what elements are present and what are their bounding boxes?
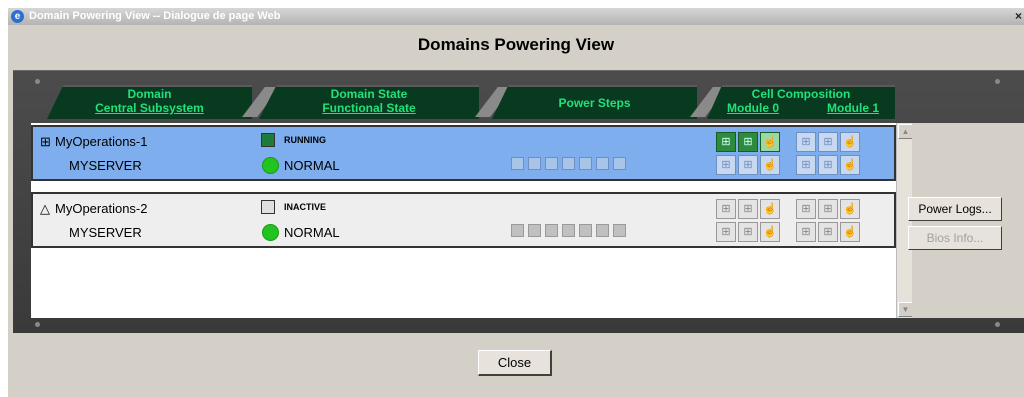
power-steps bbox=[511, 224, 630, 242]
column-domain-label: Domain bbox=[127, 87, 172, 101]
scroll-down-icon[interactable]: ▼ bbox=[898, 302, 913, 317]
cell-icon: ⊞ bbox=[738, 155, 758, 175]
cell-icon: ⊞ bbox=[818, 222, 838, 242]
hand-icon: ☝ bbox=[760, 199, 780, 219]
inactive-state-icon bbox=[261, 200, 275, 214]
domain-state: RUNNING bbox=[284, 135, 326, 145]
column-domain[interactable]: Domain Central Subsystem bbox=[47, 85, 252, 119]
power-step-icon bbox=[579, 157, 592, 170]
running-state-icon bbox=[261, 133, 275, 147]
cell-icon: ⊞ bbox=[738, 199, 758, 219]
cell-icon: ⊞ bbox=[738, 222, 758, 242]
power-step-icon bbox=[596, 157, 609, 170]
hand-icon: ☝ bbox=[840, 222, 860, 242]
cell-icon: ⊞ bbox=[716, 222, 736, 242]
module-0-label: Module 0 bbox=[727, 101, 780, 115]
dialog: Domains Powering View Domain Central Sub… bbox=[8, 25, 1024, 397]
window-titlebar: e Domain Powering View -- Dialogue de pa… bbox=[8, 8, 1024, 25]
column-domain-state[interactable]: Domain State Functional State bbox=[259, 85, 479, 119]
cell-icon: ⊞ bbox=[716, 132, 736, 152]
cell-icon: ⊞ bbox=[818, 132, 838, 152]
column-cell-label: Cell Composition bbox=[751, 87, 851, 101]
power-logs-button[interactable]: Power Logs... bbox=[908, 197, 1002, 221]
bios-info-button[interactable]: Bios Info... bbox=[908, 226, 1002, 250]
close-button[interactable]: Close bbox=[478, 350, 552, 376]
power-step-icon bbox=[545, 157, 558, 170]
column-power-label: Power Steps bbox=[558, 96, 631, 110]
domain-row-myoperations-2[interactable]: △ MyOperations-2 MYSERVER INACTIVE NORMA… bbox=[31, 192, 896, 248]
cell-icon: ⊞ bbox=[796, 222, 816, 242]
power-step-icon bbox=[562, 224, 575, 237]
power-steps bbox=[511, 157, 630, 175]
power-step-icon bbox=[613, 157, 626, 170]
power-step-icon bbox=[511, 157, 524, 170]
hand-icon: ☝ bbox=[840, 132, 860, 152]
power-step-icon bbox=[562, 157, 575, 170]
power-step-icon bbox=[511, 224, 524, 237]
domain-row-myoperations-1[interactable]: ⊞ MyOperations-1 MYSERVER RUNNING NORMAL… bbox=[31, 125, 896, 181]
cell-composition: ⊞ ⊞ ☝ ⊞ ⊞ ☝ ⊞ ⊞ ☝ ⊞ ⊞ ☝ bbox=[708, 129, 878, 177]
scroll-up-icon[interactable]: ▲ bbox=[898, 124, 913, 139]
cell-icon: ⊞ bbox=[796, 132, 816, 152]
ie-icon: e bbox=[11, 10, 24, 23]
bolt-icon bbox=[35, 79, 40, 84]
hand-icon: ☝ bbox=[760, 155, 780, 175]
status-green-icon bbox=[262, 224, 279, 241]
cell-icon: ⊞ bbox=[716, 199, 736, 219]
power-step-icon bbox=[528, 224, 541, 237]
power-step-icon bbox=[545, 224, 558, 237]
column-header-bar: Domain Central Subsystem Domain State Fu… bbox=[27, 85, 917, 119]
power-step-icon bbox=[528, 157, 541, 170]
domain-state: INACTIVE bbox=[284, 202, 327, 212]
domain-host: MYSERVER bbox=[69, 225, 142, 240]
hand-icon: ☝ bbox=[840, 155, 860, 175]
cell-icon: ⊞ bbox=[796, 155, 816, 175]
column-power-steps[interactable]: Power Steps bbox=[492, 85, 697, 119]
cell-icon: ⊞ bbox=[818, 199, 838, 219]
column-domain-sublabel: Central Subsystem bbox=[95, 101, 204, 115]
hand-icon: ☝ bbox=[840, 199, 860, 219]
domain-list[interactable]: ⊞ MyOperations-1 MYSERVER RUNNING NORMAL… bbox=[31, 123, 896, 318]
cell-icon: ⊞ bbox=[818, 155, 838, 175]
page-title: Domains Powering View bbox=[417, 35, 615, 54]
cell-icon: ⊞ bbox=[796, 199, 816, 219]
domains-frame: Domain Central Subsystem Domain State Fu… bbox=[13, 70, 1024, 333]
bolt-icon bbox=[35, 322, 40, 327]
column-state-label: Domain State bbox=[330, 87, 408, 101]
column-state-sublabel: Functional State bbox=[322, 101, 416, 115]
cell-icon: ⊞ bbox=[738, 132, 758, 152]
power-step-icon bbox=[613, 224, 626, 237]
cell-composition: ⊞ ⊞ ☝ ⊞ ⊞ ☝ ⊞ ⊞ ☝ ⊞ ⊞ ☝ bbox=[708, 196, 878, 244]
hand-icon: ☝ bbox=[760, 132, 780, 152]
module-1-label: Module 1 bbox=[827, 101, 880, 115]
functional-state: NORMAL bbox=[284, 158, 340, 173]
domain-name: MyOperations-2 bbox=[55, 201, 148, 216]
power-step-icon bbox=[579, 224, 592, 237]
close-window-icon[interactable]: × bbox=[1015, 8, 1022, 25]
domain-name: MyOperations-1 bbox=[55, 134, 148, 149]
status-green-icon bbox=[262, 157, 279, 174]
windows-icon: ⊞ bbox=[40, 134, 51, 149]
bolt-icon bbox=[995, 322, 1000, 327]
hand-icon: ☝ bbox=[760, 222, 780, 242]
functional-state: NORMAL bbox=[284, 225, 340, 240]
window-title: Domain Powering View -- Dialogue de page… bbox=[29, 10, 281, 22]
linux-icon: △ bbox=[40, 201, 50, 216]
domain-host: MYSERVER bbox=[69, 158, 142, 173]
bolt-icon bbox=[995, 79, 1000, 84]
power-step-icon bbox=[596, 224, 609, 237]
cell-icon: ⊞ bbox=[716, 155, 736, 175]
